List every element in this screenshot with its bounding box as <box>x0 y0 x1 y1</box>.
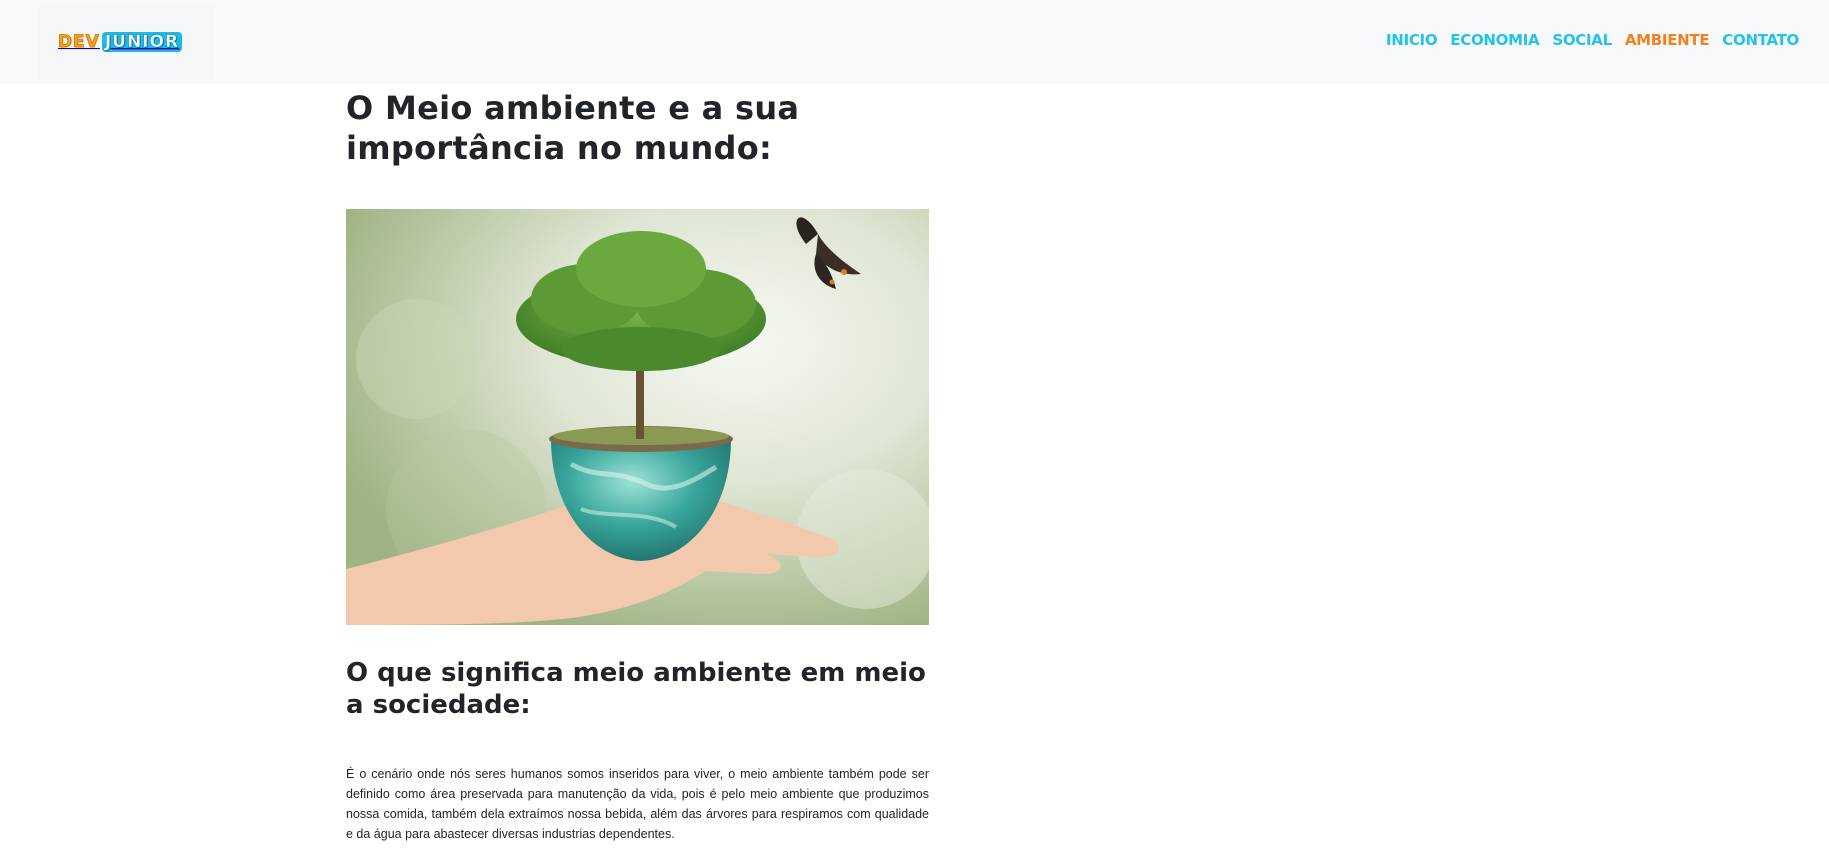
nav-item-ambiente: AMBIENTE <box>1625 30 1710 49</box>
nav-item-contato: CONTATO <box>1722 30 1799 49</box>
globe-tree-in-hand-image <box>346 209 929 625</box>
nav-menu: INICIO ECONOMIA SOCIAL AMBIENTE CONTATO <box>1386 30 1799 49</box>
logo: DEV JUNIOR <box>57 32 183 53</box>
nav-item-economia: ECONOMIA <box>1450 30 1539 49</box>
nav-item-social: SOCIAL <box>1552 30 1612 49</box>
nav-link-social[interactable]: SOCIAL <box>1552 31 1612 49</box>
main-content: O Meio ambiente e a sua importância no m… <box>346 84 929 841</box>
page-title: O Meio ambiente e a sua importância no m… <box>346 89 800 167</box>
nav-link-ambiente[interactable]: AMBIENTE <box>1625 31 1710 49</box>
body-paragraph: É o cenário onde nós seres humanos somos… <box>346 767 929 841</box>
nav-link-contato[interactable]: CONTATO <box>1722 31 1799 49</box>
nav-link-economia[interactable]: ECONOMIA <box>1450 31 1539 49</box>
logo-junior-text: JUNIOR <box>101 32 183 52</box>
nav-link-inicio[interactable]: INICIO <box>1386 31 1438 49</box>
navbar: DEV JUNIOR INICIO ECONOMIA SOCIAL AMBIEN… <box>0 0 1829 84</box>
logo-link[interactable]: DEV JUNIOR <box>38 4 214 80</box>
nav-item-inicio: INICIO <box>1386 30 1438 49</box>
logo-dev-text: DEV <box>57 32 100 53</box>
hero-image <box>346 209 929 625</box>
section-title: O que significa meio ambiente em meio a … <box>346 658 926 720</box>
